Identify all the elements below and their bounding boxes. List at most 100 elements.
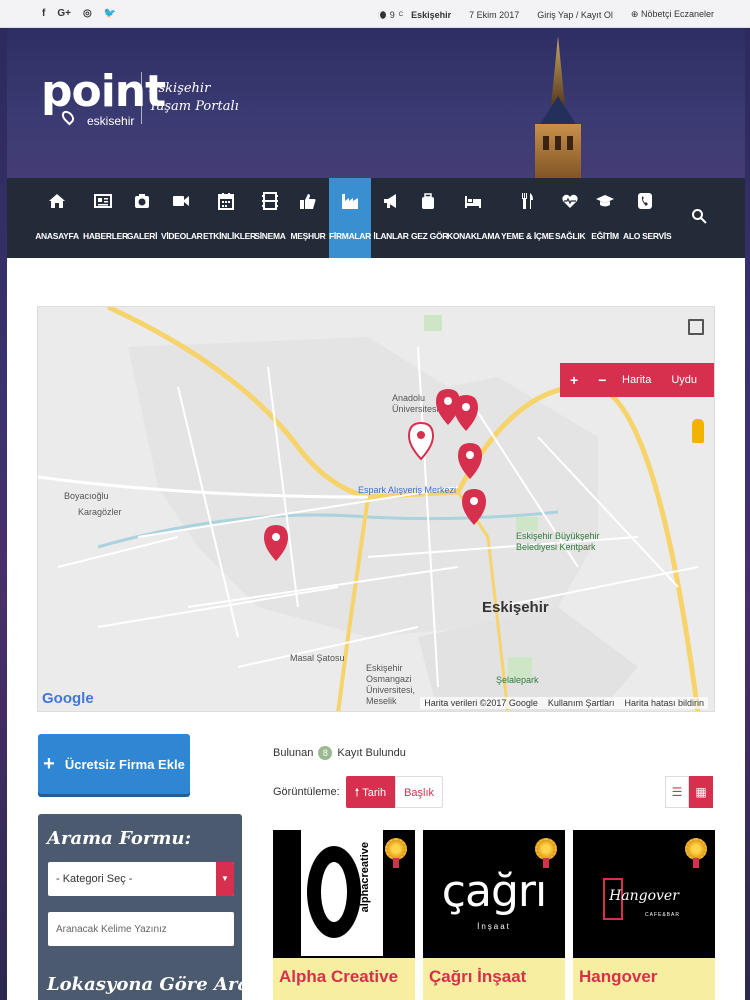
nav-label: EĞİTİM bbox=[591, 231, 619, 241]
graduation-cap-icon bbox=[596, 195, 614, 207]
nav-item-yeme-icme[interactable]: YEME & İÇME bbox=[501, 178, 554, 258]
pharmacy-link[interactable]: ⊕ Nöbetçi Eczaneler bbox=[631, 9, 714, 20]
layout-toggle: ☰ ▦ bbox=[665, 776, 713, 808]
suitcase-icon bbox=[422, 193, 434, 209]
logo-divider bbox=[141, 72, 142, 124]
nav-item-gez-gor[interactable]: GEZ GÖR bbox=[411, 178, 448, 258]
date: 7 Ekim 2017 bbox=[469, 9, 520, 20]
logo-city: eskisehir bbox=[87, 114, 135, 128]
home-icon bbox=[49, 194, 65, 208]
video-icon bbox=[173, 196, 189, 206]
add-firm-button[interactable]: + Ücretsiz Firma Ekle bbox=[38, 734, 190, 794]
nav-label: SAĞLIK bbox=[555, 231, 586, 241]
map-type-satellite-button[interactable]: Uydu bbox=[661, 374, 707, 386]
nav-label: FİRMALAR bbox=[329, 231, 371, 241]
firm-card-alpha[interactable]: alphacreative Alpha Creative bbox=[273, 830, 415, 1000]
grid-view-icon[interactable]: ▦ bbox=[689, 776, 713, 808]
firm-card-hangover[interactable]: Hangover CAFE&BAR Hangover bbox=[573, 830, 715, 1000]
thumbs-up-icon bbox=[300, 194, 316, 209]
zoom-controls: + − bbox=[560, 363, 617, 397]
firm-logo: alphacreative bbox=[301, 830, 383, 956]
map-label-park: Eskişehir Büyükşehir Belediyesi Kentpark bbox=[516, 531, 600, 552]
nav-item-videolar[interactable]: VİDEOLAR bbox=[161, 178, 203, 258]
results-suffix: Kayıt Bulundu bbox=[337, 747, 406, 759]
plus-icon: + bbox=[43, 753, 55, 775]
heartbeat-icon bbox=[562, 194, 578, 208]
category-select-value: - Kategori Seç - bbox=[56, 873, 133, 885]
nav-label: KONAKLAMA bbox=[447, 231, 501, 241]
sort-by-title-button[interactable]: Başlık bbox=[395, 776, 444, 808]
expand-icon[interactable]: ⤢ bbox=[707, 374, 714, 387]
map-label-mall: Espark Alışveriş Merkezi bbox=[358, 485, 457, 495]
nav-label: GALERİ bbox=[126, 231, 158, 241]
search-form: Arama Formu: - Kategori Seç - ▼ Aranacak… bbox=[38, 814, 256, 1000]
weather-city: Eskişehir bbox=[411, 9, 452, 20]
nav-item-konaklama[interactable]: KONAKLAMA bbox=[447, 178, 501, 258]
list-view-icon[interactable]: ☰ bbox=[665, 776, 689, 808]
nav-item-haberler[interactable]: HABERLER bbox=[83, 178, 128, 258]
firm-logo: çağrı bbox=[441, 866, 547, 917]
nav-item-alo-servis[interactable]: ALO SERVİS bbox=[623, 178, 672, 258]
nav-item-ilanlar[interactable]: İLANLAR bbox=[373, 178, 409, 258]
location-search-title: Lokasyona Göre Ara: bbox=[47, 974, 256, 995]
featured-badge-icon bbox=[685, 838, 707, 868]
keyword-input[interactable]: Aranacak Kelime Yazınız bbox=[48, 912, 234, 946]
map-attribution: Harita verileri ©2017 Google Kullanım Şa… bbox=[420, 697, 708, 709]
firm-name[interactable]: Alpha Creative bbox=[273, 958, 415, 1000]
terms-link[interactable]: Kullanım Şartları bbox=[548, 698, 615, 708]
newspaper-icon bbox=[94, 194, 112, 208]
sort-by-date-button[interactable]: 🠕 Tarih bbox=[345, 776, 396, 808]
firm-name[interactable]: Çağrı İnşaat bbox=[423, 958, 565, 1000]
weather: 9C Eskişehir bbox=[377, 9, 452, 20]
map-label-karagozler: Karagözler bbox=[78, 507, 122, 517]
firms-map[interactable]: Anadolu Üniversitesi Espark Alışveriş Me… bbox=[37, 306, 715, 712]
report-error-link[interactable]: Harita hatası bildirin bbox=[624, 698, 704, 708]
nav-label: MEŞHUR bbox=[290, 231, 326, 241]
map-label-selale: Şelalepark bbox=[496, 675, 539, 685]
temperature: 9 bbox=[389, 9, 395, 20]
nav-item-meshur[interactable]: MEŞHUR bbox=[289, 178, 327, 258]
nav-label: ETKİNLİKLER bbox=[203, 231, 256, 241]
nav-item-saglik[interactable]: SAĞLIK bbox=[555, 178, 586, 258]
slogan-line1: Eskişehir bbox=[149, 81, 211, 96]
map-type-map-button[interactable]: Harita bbox=[612, 374, 661, 386]
map-label-university: Anadolu Üniversitesi bbox=[392, 393, 439, 414]
street-view-icon[interactable] bbox=[692, 419, 704, 443]
sort-controls: Görüntüleme: 🠕 Tarih Başlık bbox=[273, 776, 444, 808]
factory-icon bbox=[342, 194, 358, 209]
nav-item-egitim[interactable]: EĞİTİM bbox=[587, 178, 623, 258]
nav-item-firmalar[interactable]: FİRMALAR bbox=[329, 178, 371, 258]
site-logo[interactable]: point eskisehir Eskişehir Yaşam Portalı bbox=[41, 70, 239, 129]
search-form-title: Arama Formu: bbox=[47, 828, 192, 849]
login-link[interactable]: Giriş Yap / Kayıt Ol bbox=[537, 10, 613, 20]
results-summary: Bulunan 8 Kayıt Bulundu bbox=[273, 746, 406, 760]
main-nav: ANASAYFA HABERLER GALERİ VİDEOLAR ETKİNL… bbox=[7, 178, 745, 258]
nav-item-anasayfa[interactable]: ANASAYFA bbox=[35, 178, 79, 258]
firm-logo-text: alphacreative bbox=[359, 842, 371, 913]
firm-logo: Hangover bbox=[609, 888, 679, 904]
nav-label: VİDEOLAR bbox=[161, 231, 203, 241]
zoom-in-button[interactable]: + bbox=[560, 372, 588, 388]
top-bar: f G+ ◎ 🐦 9C Eskişehir 7 Ekim 2017 Giriş … bbox=[0, 0, 750, 28]
search-icon[interactable] bbox=[691, 208, 707, 224]
slogan-line2: Yaşam Portalı bbox=[149, 99, 239, 114]
nav-item-etkinlikler[interactable]: ETKİNLİKLER bbox=[203, 178, 256, 258]
results-prefix: Bulunan bbox=[273, 747, 314, 759]
category-select[interactable]: - Kategori Seç - ▼ bbox=[48, 862, 234, 896]
instagram-icon[interactable]: ◎ bbox=[83, 8, 92, 19]
firm-card-cagri[interactable]: çağrı İnşaat Çağrı İnşaat bbox=[423, 830, 565, 1000]
phone-icon bbox=[638, 193, 652, 209]
megaphone-icon bbox=[384, 194, 396, 208]
facebook-icon[interactable]: f bbox=[42, 8, 45, 19]
map-label-city: Eskişehir bbox=[482, 599, 549, 616]
nav-item-sinema[interactable]: SİNEMA bbox=[253, 178, 287, 258]
firm-name[interactable]: Hangover bbox=[573, 958, 715, 1000]
firm-logo-sub: CAFE&BAR bbox=[645, 912, 680, 918]
map-data-credit[interactable]: Harita verileri ©2017 Google bbox=[424, 698, 538, 708]
google-logo: Google bbox=[42, 690, 94, 707]
nav-label: HABERLER bbox=[83, 231, 128, 241]
google-plus-icon[interactable]: G+ bbox=[57, 8, 71, 19]
fullscreen-icon[interactable] bbox=[688, 319, 704, 335]
twitter-icon[interactable]: 🐦 bbox=[104, 8, 116, 19]
nav-item-galeri[interactable]: GALERİ bbox=[125, 178, 159, 258]
